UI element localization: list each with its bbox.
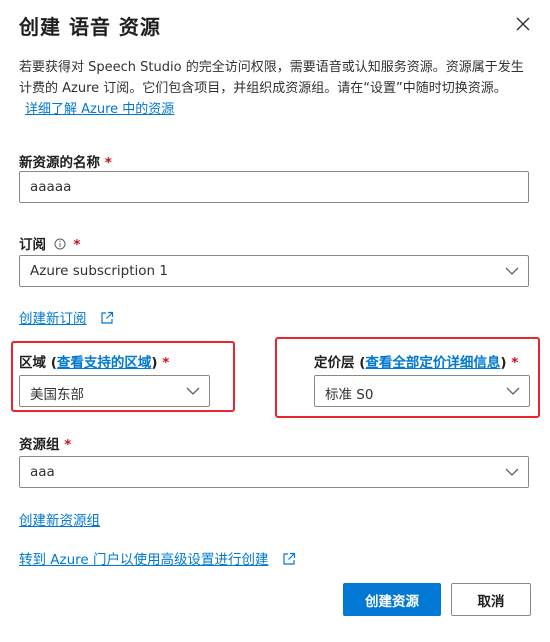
region-label-text: 区域 bbox=[19, 355, 46, 371]
external-link-icon[interactable] bbox=[282, 552, 296, 566]
create-new-subscription-link[interactable]: 创建新订阅 bbox=[19, 311, 87, 327]
description-text: 若要获得对 Speech Studio 的完全访问权限，需要语音或认知服务资源。… bbox=[19, 60, 524, 96]
name-field-label: 新资源的名称 * bbox=[19, 151, 112, 171]
chevron-down-icon bbox=[506, 387, 520, 395]
create-subscription-row: 创建新订阅 bbox=[19, 307, 114, 327]
region-selected-value: 美国东部 bbox=[30, 387, 84, 403]
dialog-description: 若要获得对 Speech Studio 的完全访问权限，需要语音或认知服务资源。… bbox=[19, 57, 529, 120]
chevron-down-icon bbox=[505, 468, 519, 476]
chevron-down-icon bbox=[186, 387, 200, 395]
resource-group-selected-value: aaa bbox=[30, 464, 55, 480]
info-icon[interactable] bbox=[54, 238, 66, 250]
resource-group-field-label: 资源组 * bbox=[19, 433, 71, 453]
required-marker: * bbox=[162, 355, 170, 371]
view-supported-regions-link[interactable]: 查看支持的区域 bbox=[57, 355, 152, 371]
resource-group-label-text: 资源组 bbox=[19, 437, 60, 453]
portal-link-row: 转到 Azure 门户以使用高级设置进行创建 bbox=[19, 548, 296, 568]
pricing-tier-dropdown[interactable]: 标准 S0 bbox=[314, 375, 530, 407]
create-new-resource-group-link[interactable]: 创建新资源组 bbox=[19, 513, 100, 529]
close-icon[interactable] bbox=[512, 13, 534, 35]
name-label-text: 新资源的名称 bbox=[19, 155, 100, 171]
pricing-field-label: 定价层 (查看全部定价详细信息) * bbox=[314, 355, 519, 371]
cancel-button[interactable]: 取消 bbox=[451, 583, 531, 616]
resource-group-dropdown[interactable]: aaa bbox=[19, 456, 529, 488]
subscription-dropdown[interactable]: Azure subscription 1 bbox=[19, 255, 529, 287]
chevron-down-icon bbox=[505, 267, 519, 275]
required-marker: * bbox=[73, 237, 81, 253]
subscription-field-label: 订阅 * bbox=[19, 233, 80, 253]
region-field-label: 区域 (查看支持的区域) * bbox=[19, 355, 170, 371]
subscription-selected-value: Azure subscription 1 bbox=[30, 263, 168, 279]
required-marker: * bbox=[511, 355, 519, 371]
required-marker: * bbox=[104, 155, 112, 171]
dialog-title: 创建 语音 资源 bbox=[19, 15, 161, 39]
required-marker: * bbox=[64, 437, 72, 453]
pricing-label-text: 定价层 bbox=[314, 355, 355, 371]
azure-portal-advanced-link[interactable]: 转到 Azure 门户以使用高级设置进行创建 bbox=[19, 552, 269, 568]
create-resource-button[interactable]: 创建资源 bbox=[343, 583, 441, 616]
external-link-icon[interactable] bbox=[100, 311, 114, 325]
subscription-label-text: 订阅 bbox=[19, 237, 46, 253]
learn-more-resources-link[interactable]: 详细了解 Azure 中的资源 bbox=[25, 102, 174, 117]
view-pricing-details-link[interactable]: 查看全部定价详细信息 bbox=[365, 355, 500, 371]
resource-name-input[interactable] bbox=[19, 171, 529, 203]
pricing-selected-value: 标准 S0 bbox=[325, 387, 374, 403]
region-dropdown[interactable]: 美国东部 bbox=[19, 375, 210, 407]
create-speech-resource-dialog: 创建 语音 资源 若要获得对 Speech Studio 的完全访问权限，需要语… bbox=[0, 0, 550, 642]
